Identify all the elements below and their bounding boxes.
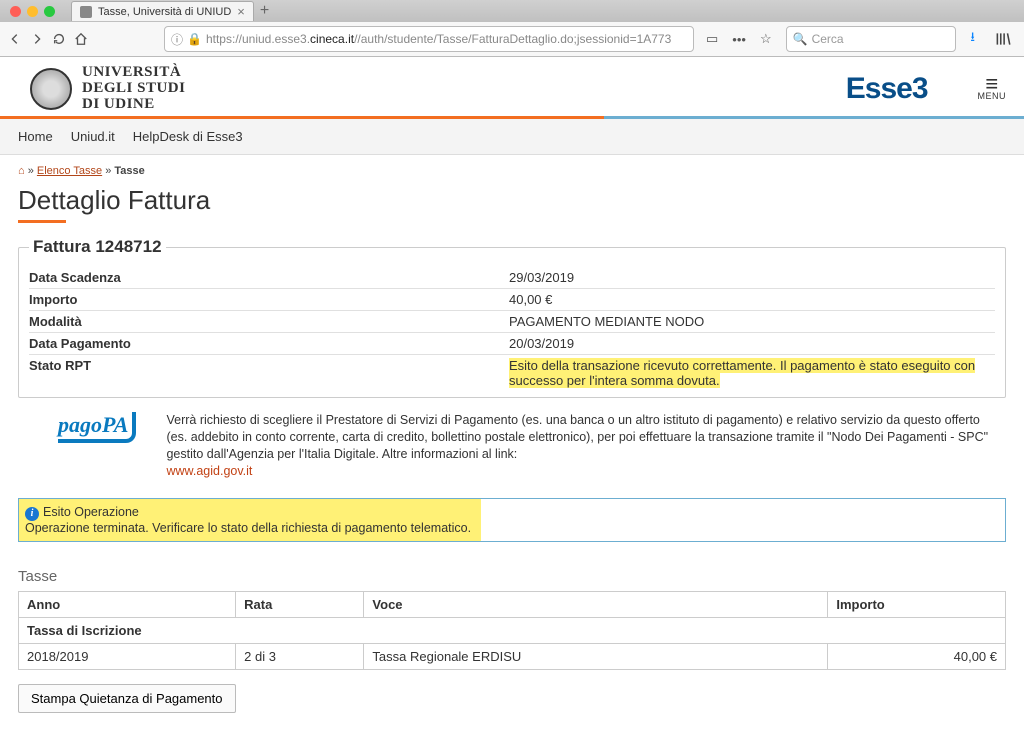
home-icon[interactable]: ⌂ xyxy=(18,165,25,177)
favicon-icon xyxy=(80,6,92,18)
breadcrumb-current: Tasse xyxy=(114,165,144,177)
table-header-row: Anno Rata Voce Importo xyxy=(19,591,1006,617)
hamburger-icon: ≡ xyxy=(978,77,1007,91)
main-menu-button[interactable]: ≡ MENU xyxy=(978,77,1007,101)
star-icon[interactable]: ☆ xyxy=(760,31,772,47)
breadcrumb: ⌂ » Elenco Tasse » Tasse xyxy=(18,163,1006,183)
row-data-pagamento: Data Pagamento 20/03/2019 xyxy=(29,333,995,355)
stato-rpt-value: Esito della transazione ricevuto corrett… xyxy=(509,358,975,388)
more-icon[interactable]: ••• xyxy=(732,32,746,47)
library-icon[interactable] xyxy=(994,30,1012,48)
search-placeholder: Cerca xyxy=(812,32,844,46)
row-modalita: Modalità PAGAMENTO MEDIANTE NODO xyxy=(29,311,995,333)
window-controls xyxy=(6,6,59,17)
esito-title: Esito Operazione xyxy=(43,505,139,519)
new-tab-button[interactable]: + xyxy=(260,2,269,20)
page-title: Dettaglio Fattura xyxy=(18,185,1006,216)
nav-menu: Home Uniud.it HelpDesk di Esse3 xyxy=(0,119,1024,155)
site-header: UNIVERSITÀ DEGLI STUDI DI UDINE Esse3 ≡ … xyxy=(0,57,1024,116)
fattura-legend: Fattura 1248712 xyxy=(29,237,166,257)
nav-home[interactable]: Home xyxy=(18,129,53,144)
pagopa-block: pagoPA Verrà richiesto di scegliere il P… xyxy=(18,398,1006,488)
university-logo[interactable]: UNIVERSITÀ DEGLI STUDI DI UDINE xyxy=(30,65,185,112)
browser-tab[interactable]: Tasse, Università di UNIUD × xyxy=(71,1,254,21)
row-scadenza: Data Scadenza 29/03/2019 xyxy=(29,267,995,289)
downloads-icon[interactable]: ⭳ xyxy=(964,30,982,48)
reload-button[interactable] xyxy=(52,27,66,51)
search-bar[interactable]: 🔍 Cerca xyxy=(786,26,956,52)
fattura-panel: Fattura 1248712 Data Scadenza 29/03/2019… xyxy=(18,237,1006,398)
nav-helpdesk[interactable]: HelpDesk di Esse3 xyxy=(133,129,243,144)
esito-message: Operazione terminata. Verificare lo stat… xyxy=(25,521,471,535)
toolbar-right: ⭳ ≡ xyxy=(964,30,1024,48)
info-icon: ⓘ xyxy=(171,31,183,48)
table-row: 2018/2019 2 di 3 Tassa Regionale ERDISU … xyxy=(19,643,1006,669)
breadcrumb-elenco[interactable]: Elenco Tasse xyxy=(37,165,102,177)
url-text: https://uniud.esse3.cineca.it//auth/stud… xyxy=(206,32,671,46)
university-name: UNIVERSITÀ DEGLI STUDI DI UDINE xyxy=(82,65,185,112)
maximize-window-icon[interactable] xyxy=(44,6,55,17)
browser-chrome: Tasse, Università di UNIUD × + ⓘ 🔒 https… xyxy=(0,0,1024,57)
address-bar[interactable]: ⓘ 🔒 https://uniud.esse3.cineca.it//auth/… xyxy=(164,26,694,52)
browser-toolbar: ⓘ 🔒 https://uniud.esse3.cineca.it//auth/… xyxy=(0,22,1024,56)
col-rata: Rata xyxy=(236,591,364,617)
col-importo: Importo xyxy=(828,591,1006,617)
row-stato-rpt: Stato RPT Esito della transazione ricevu… xyxy=(29,355,995,391)
tasse-section-title: Tasse xyxy=(18,568,1006,585)
table-subheader: Tassa di Iscrizione xyxy=(19,617,1006,643)
lock-icon: 🔒 xyxy=(187,32,202,46)
home-button[interactable] xyxy=(74,27,88,51)
url-actions: ▭ ••• ☆ xyxy=(706,31,772,47)
reader-mode-icon[interactable]: ▭ xyxy=(706,31,718,47)
nav-uniud[interactable]: Uniud.it xyxy=(71,129,115,144)
info-icon: i xyxy=(25,507,39,521)
col-anno: Anno xyxy=(19,591,236,617)
title-underline xyxy=(18,220,66,223)
pagopa-logo: pagoPA xyxy=(58,412,136,438)
close-window-icon[interactable] xyxy=(10,6,21,17)
agid-link[interactable]: www.agid.gov.it xyxy=(166,464,252,478)
row-importo: Importo 40,00 € xyxy=(29,289,995,311)
forward-button[interactable] xyxy=(30,27,44,51)
print-receipt-button[interactable]: Stampa Quietanza di Pagamento xyxy=(18,684,236,713)
esse3-brand: Esse3 xyxy=(846,72,928,106)
tab-title: Tasse, Università di UNIUD xyxy=(98,6,231,18)
main-content: ⌂ » Elenco Tasse » Tasse Dettaglio Fattu… xyxy=(0,155,1024,733)
minimize-window-icon[interactable] xyxy=(27,6,38,17)
close-tab-icon[interactable]: × xyxy=(237,4,245,19)
pagopa-description: Verrà richiesto di scegliere il Prestato… xyxy=(166,412,996,480)
back-button[interactable] xyxy=(8,27,22,51)
search-icon: 🔍 xyxy=(793,32,808,46)
tab-bar: Tasse, Università di UNIUD × + xyxy=(0,0,1024,22)
seal-icon xyxy=(30,68,72,110)
col-voce: Voce xyxy=(364,591,828,617)
tasse-table: Anno Rata Voce Importo Tassa di Iscrizio… xyxy=(18,591,1006,670)
esito-box: i Esito Operazione Operazione terminata. … xyxy=(18,498,1006,542)
